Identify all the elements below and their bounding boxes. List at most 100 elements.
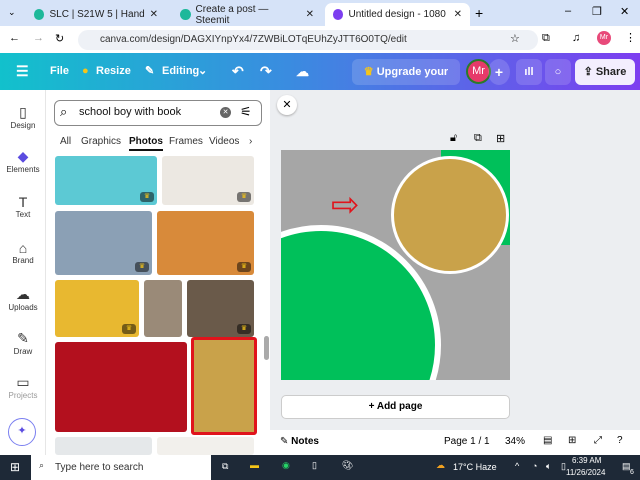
close-icon[interactable]: ✕ (454, 9, 462, 20)
bookmark-star-icon[interactable]: ☆ (510, 32, 520, 45)
clear-search-icon[interactable]: ✕ (220, 107, 231, 118)
tab-list-chevron-icon[interactable]: ⌄ (8, 7, 16, 18)
magic-sparkle-icon[interactable]: ✦ (8, 418, 36, 446)
resize-button[interactable]: Resize (96, 53, 131, 90)
rail-item-elements[interactable]: ◆ Elements (0, 148, 46, 174)
photo-result[interactable] (157, 437, 254, 455)
task-view-icon[interactable]: ⧉ (222, 461, 228, 472)
file-menu[interactable]: File (50, 53, 69, 90)
redo-icon[interactable]: ↷ (260, 53, 272, 90)
rail-item-brand[interactable]: ⌂ Brand (0, 240, 46, 265)
profile-avatar[interactable]: Mr (597, 31, 611, 45)
rail-item-design[interactable]: ▯ Design (0, 104, 46, 130)
rail-item-projects[interactable]: ▭ Projects (0, 374, 46, 400)
file-explorer-icon[interactable]: ▬ (250, 460, 259, 470)
chevron-right-icon[interactable]: › (249, 136, 252, 147)
upgrade-plan-button[interactable]: ♛ Upgrade your plan (352, 59, 460, 104)
brand-icon: ⌂ (18, 240, 28, 256)
menu-kebab-icon[interactable]: ⋮ (625, 31, 636, 44)
pencil-icon: ✎ (145, 65, 155, 77)
browser-tab[interactable]: SLC | S21W 5 | Hands-On Practi ✕ (26, 3, 166, 26)
rail-label: Uploads (8, 303, 38, 312)
comment-icon[interactable]: ○ (545, 59, 571, 85)
duplicate-icon[interactable]: ⧉ (474, 132, 482, 145)
tab-title: Untitled design - 1080 × 1080p (348, 9, 448, 20)
zoom-level[interactable]: 34% (505, 436, 525, 447)
insights-chart-icon[interactable]: ıll (516, 59, 542, 85)
photo-result[interactable]: ♛ (55, 156, 157, 205)
media-icon[interactable]: ♫ (572, 32, 580, 44)
fullscreen-icon[interactable]: ⤢ (594, 435, 602, 446)
close-icon[interactable]: ✕ (306, 9, 314, 20)
grid-view-icon[interactable]: ⊞ (568, 435, 576, 446)
cloud-saved-icon[interactable]: ☁ (296, 53, 309, 90)
rail-item-uploads[interactable]: ☁ Uploads (0, 286, 46, 312)
close-icon[interactable]: ✕ (150, 9, 158, 20)
filter-sliders-icon[interactable]: ⚟ (240, 104, 252, 120)
notes-icon: ✎ (280, 436, 289, 447)
add-page-button[interactable]: + Add page (281, 395, 510, 419)
browser-tab-active[interactable]: Untitled design - 1080 × 1080p ✕ (325, 3, 470, 26)
boy-photo-circle-frame[interactable] (391, 156, 509, 274)
url-input[interactable]: canva.com/design/DAGXIYnpYx4/7ZWBiLOTqEU… (78, 30, 538, 50)
lock-icon[interactable]: 🔓︎ (450, 132, 457, 145)
volume-icon[interactable]: 🔈︎ (546, 461, 551, 472)
filter-tab-all[interactable]: All (60, 136, 71, 147)
page-view-icon[interactable]: ▤ (543, 435, 552, 446)
crown-icon: ♛ (122, 324, 136, 334)
filter-tab-videos[interactable]: Videos (209, 136, 239, 147)
photo-result[interactable] (55, 437, 152, 455)
extensions-icon[interactable]: ⧉ (542, 32, 550, 45)
photo-result[interactable] (144, 280, 182, 337)
clock-time[interactable]: 6:39 AM (572, 456, 601, 465)
document-app-icon[interactable]: ▯ (312, 460, 317, 471)
photo-result[interactable]: ♛ (55, 280, 139, 337)
close-panel-icon[interactable]: ✕ (277, 95, 297, 115)
close-window-icon[interactable]: ✕ (620, 5, 629, 18)
reload-icon[interactable]: ↻ (55, 32, 64, 45)
rail-label: Projects (8, 391, 38, 400)
back-icon[interactable]: ← (9, 32, 20, 44)
pen-icon: ✎ (17, 330, 29, 346)
panel-scrollbar[interactable] (264, 336, 269, 360)
hamburger-menu-icon[interactable]: ☰ (16, 53, 29, 90)
rail-item-text[interactable]: T Text (0, 194, 46, 219)
design-page[interactable]: ⇨ (281, 150, 510, 380)
network-icon[interactable]: ◔ (532, 461, 537, 471)
forward-icon[interactable]: → (33, 32, 44, 44)
undo-icon[interactable]: ↶ (232, 53, 244, 90)
add-page-icon[interactable]: ⊞ (496, 132, 505, 145)
paint-icon[interactable]: 🎨︎ (342, 460, 353, 471)
chevron-down-icon[interactable]: ⌄ (198, 53, 207, 90)
add-collaborator-icon[interactable]: + (488, 59, 510, 85)
filter-tab-photos[interactable]: Photos (129, 136, 163, 151)
minimize-icon[interactable]: – (565, 5, 571, 17)
share-button[interactable]: ⇪ Share (575, 59, 635, 85)
rail-item-draw[interactable]: ✎ Draw (0, 330, 46, 356)
weather-text[interactable]: 17°C Haze (453, 462, 497, 472)
system-tray-chevron-icon[interactable]: ^ (515, 461, 519, 471)
new-tab-icon[interactable]: + (475, 5, 483, 21)
photo-result[interactable]: ♛ (162, 156, 254, 205)
editing-dropdown[interactable]: Editing (162, 53, 199, 90)
help-icon[interactable]: ? (617, 435, 623, 446)
photo-result[interactable]: ♛ (55, 211, 152, 275)
filter-tab-graphics[interactable]: Graphics (81, 136, 121, 147)
whatsapp-icon[interactable]: ◉ (282, 460, 290, 471)
restore-icon[interactable]: ❐ (592, 5, 602, 18)
photo-result[interactable] (55, 342, 187, 432)
page-indicator[interactable]: Page 1 / 1 (444, 436, 490, 447)
windows-start-icon[interactable]: ⊞ (10, 460, 20, 474)
steemit-favicon-icon (180, 9, 191, 20)
photo-result-selected[interactable] (191, 337, 257, 435)
browser-tab[interactable]: Create a post — Steemit ✕ (172, 3, 322, 26)
clock-date[interactable]: 11/26/2024 (566, 468, 605, 477)
red-arrow-icon[interactable]: ⇨ (331, 188, 360, 222)
photo-result[interactable]: ♛ (187, 280, 254, 337)
filter-tab-frames[interactable]: Frames (169, 136, 203, 147)
share-upload-icon: ⇪ (583, 66, 593, 78)
photo-result[interactable]: ♛ (157, 211, 254, 275)
notes-label: Notes (291, 436, 319, 447)
notes-button[interactable]: ✎ Notes (280, 436, 319, 447)
taskbar-search-input[interactable]: Type here to search (31, 455, 211, 480)
